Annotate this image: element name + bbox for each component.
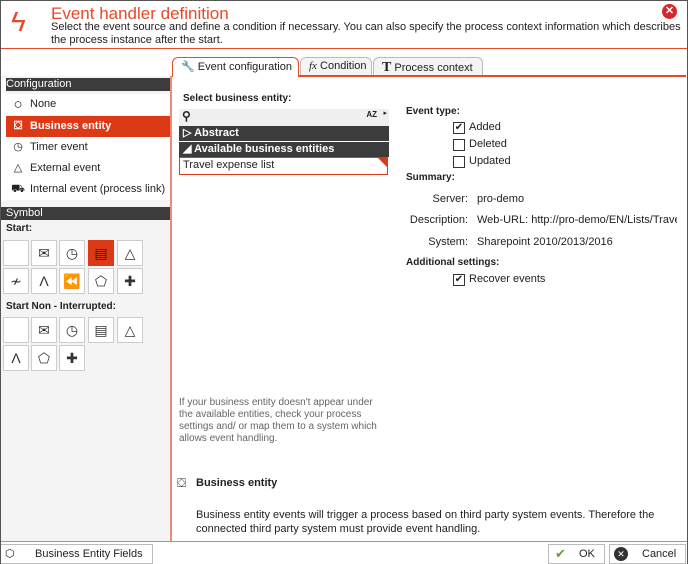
document-icon[interactable]: ▤ bbox=[88, 317, 114, 343]
server-value: pro-demo bbox=[477, 193, 525, 205]
added-checkbox[interactable]: ✔ bbox=[453, 122, 465, 134]
check-icon: ✔ bbox=[555, 546, 566, 561]
ok-button[interactable]: ✔ OK bbox=[548, 544, 605, 564]
pentagon-icon[interactable]: ⬠ bbox=[88, 268, 114, 294]
config-none[interactable]: ○ None bbox=[6, 94, 170, 115]
footer: ⬡ Business Entity Fields ✔ OK ✕ Cancel bbox=[1, 541, 687, 564]
left-panel: Configuration ○ None ⛋ Business entity ◷ Ti… bbox=[1, 76, 172, 541]
additional-settings-label: Additional settings: bbox=[406, 257, 500, 268]
business-entity-icon: ⛋ bbox=[177, 476, 187, 490]
pentagon-icon[interactable]: ⬠ bbox=[31, 345, 57, 371]
entity-search-input[interactable]: ⚲ AZ ▸ bbox=[179, 109, 389, 126]
expand-icon[interactable]: ▸ bbox=[383, 109, 387, 117]
wrench-icon: 🔧 bbox=[181, 61, 195, 73]
select-entity-label: Select business entity: bbox=[183, 93, 292, 104]
cancel-button[interactable]: ✕ Cancel bbox=[609, 544, 686, 564]
tab-process-context[interactable]: T Process context bbox=[373, 57, 483, 76]
summary-label: Summary: bbox=[406, 172, 455, 183]
config-external-event[interactable]: △ External event bbox=[6, 158, 170, 179]
info-title: Business entity bbox=[196, 477, 278, 489]
search-icon: ⚲ bbox=[182, 109, 191, 123]
fx-icon: fx bbox=[309, 60, 317, 72]
configuration-header: Configuration bbox=[1, 78, 170, 91]
close-icon[interactable]: ✕ bbox=[662, 4, 677, 19]
lambda-icon[interactable]: Λ bbox=[31, 268, 57, 294]
lightning-icon: ϟ bbox=[11, 6, 26, 37]
system-value: Sharepoint 2010/2013/2016 bbox=[477, 236, 613, 248]
triangle-icon: △ bbox=[13, 162, 23, 174]
recover-events-checkbox[interactable]: ✔ bbox=[453, 274, 465, 286]
group-available-entities[interactable]: ◢ Available business entities bbox=[179, 142, 389, 157]
dialog-subtitle: Select the event source and define a con… bbox=[51, 21, 681, 46]
clock-icon: ◷ bbox=[13, 141, 23, 153]
cancel-icon: ✕ bbox=[614, 547, 628, 561]
cube-icon: ⬡ bbox=[5, 548, 15, 560]
updated-checkbox[interactable] bbox=[453, 156, 465, 168]
entity-help-text: If your business entity doesn't appear u… bbox=[179, 397, 377, 444]
tab-event-configuration[interactable]: 🔧 Event configuration bbox=[172, 57, 299, 77]
business-entity-fields-button[interactable]: ⬡ Business Entity Fields bbox=[1, 544, 153, 564]
envelope-icon[interactable]: ✉ bbox=[31, 240, 57, 266]
envelope-icon[interactable]: ✉ bbox=[31, 317, 57, 343]
config-timer-event[interactable]: ◷ Timer event bbox=[6, 137, 170, 158]
info-text: Business entity events will trigger a pr… bbox=[196, 509, 655, 535]
symbol-blank[interactable] bbox=[3, 240, 29, 266]
zigzag-icon[interactable]: ≁ bbox=[3, 268, 29, 294]
circle-icon: ○ bbox=[13, 96, 23, 113]
entity-item-travel-expense-list[interactable]: Travel expense list bbox=[179, 157, 388, 175]
header-divider bbox=[1, 48, 687, 49]
plus-icon[interactable]: ✚ bbox=[59, 345, 85, 371]
rewind-icon[interactable]: ⏪ bbox=[59, 268, 85, 294]
symbol-blank[interactable] bbox=[3, 317, 29, 343]
tab-condition[interactable]: fx Condition bbox=[300, 57, 372, 76]
lambda-icon[interactable]: Λ bbox=[3, 345, 29, 371]
triangle-icon[interactable]: △ bbox=[117, 317, 143, 343]
clock-icon[interactable]: ◷ bbox=[59, 317, 85, 343]
sort-az-icon[interactable]: AZ bbox=[366, 110, 377, 119]
group-abstract[interactable]: ▷ Abstract bbox=[179, 126, 389, 141]
triangle-icon[interactable]: △ bbox=[117, 240, 143, 266]
config-internal-event[interactable]: ⛟ Internal event (process link) bbox=[6, 179, 170, 200]
plus-icon[interactable]: ✚ bbox=[117, 268, 143, 294]
text-T-icon: T bbox=[382, 60, 392, 75]
config-business-entity[interactable]: ⛋ Business entity bbox=[6, 116, 170, 137]
process-link-icon: ⛟ bbox=[11, 183, 25, 195]
event-handler-dialog: ϟ Event handler definition Select the ev… bbox=[0, 0, 688, 564]
start-label: Start: bbox=[6, 223, 33, 234]
document-icon[interactable]: ▤ bbox=[88, 240, 114, 266]
event-type-label: Event type: bbox=[406, 106, 460, 117]
deleted-checkbox[interactable] bbox=[453, 139, 465, 151]
business-entity-icon: ⛋ bbox=[13, 120, 23, 132]
symbol-header: Symbol bbox=[1, 207, 170, 220]
start-non-interrupted-label: Start Non - Interrupted: bbox=[6, 301, 116, 312]
description-value: Web-URL: http://pro-demo/EN/Lists/Travel… bbox=[477, 214, 677, 226]
clock-icon[interactable]: ◷ bbox=[59, 240, 85, 266]
